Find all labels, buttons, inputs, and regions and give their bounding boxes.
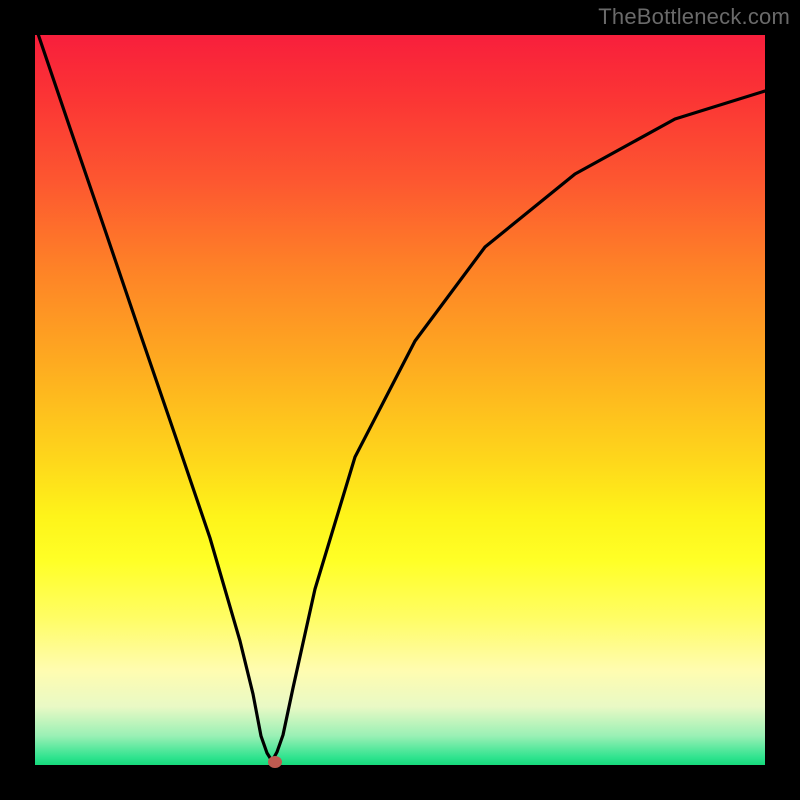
plot-area — [35, 35, 765, 765]
chart-frame: TheBottleneck.com — [0, 0, 800, 800]
optimal-point-marker — [268, 756, 282, 768]
curve-svg — [35, 35, 765, 765]
watermark-text: TheBottleneck.com — [598, 4, 790, 30]
bottleneck-curve-path — [35, 25, 765, 761]
